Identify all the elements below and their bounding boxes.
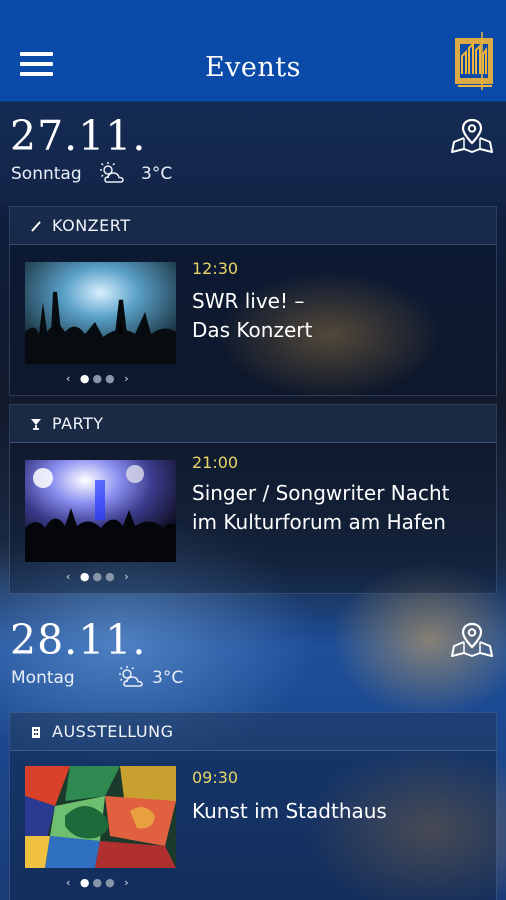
- event-title[interactable]: SWR live! – Das Konzert: [192, 287, 492, 345]
- event-title-line: Singer / Songwriter Nacht: [192, 481, 450, 505]
- day-temperature: 3°C: [152, 668, 184, 688]
- event-card[interactable]: AUSSTELLUNG ‹ ●●● › 09:30 Kunst im Stadt…: [9, 712, 497, 900]
- carousel-indicator[interactable]: ‹ ●●● ›: [66, 372, 132, 385]
- event-time: 09:30: [192, 768, 239, 787]
- category-label: KONZERT: [52, 216, 131, 235]
- carousel-next[interactable]: ›: [124, 372, 131, 385]
- day-weekday: Montag: [11, 668, 75, 688]
- event-title-line: Kunst im Stadthaus: [192, 799, 387, 823]
- category-header: KONZERT: [10, 207, 496, 245]
- party-photo: [25, 460, 176, 562]
- event-title-line: im Kulturforum am Hafen: [192, 510, 446, 534]
- event-title[interactable]: Singer / Songwriter Nacht im Kulturforum…: [192, 479, 492, 537]
- event-card[interactable]: KONZERT ‹ ●●● › 12:30 SWR live! – Das Ko…: [9, 206, 497, 396]
- carousel-indicator[interactable]: ‹ ●●● ›: [66, 570, 132, 583]
- partly-cloudy-icon: [100, 162, 124, 183]
- event-card[interactable]: PARTY ‹ ●●● › 21:00 Singer / Songwriter …: [9, 404, 497, 594]
- art-photo: [25, 766, 176, 868]
- day-header: 27.11. Sonntag 3°C: [0, 102, 506, 202]
- carousel-prev[interactable]: ‹: [66, 372, 73, 385]
- app-logo-icon: [455, 32, 493, 90]
- map-icon[interactable]: [450, 620, 494, 660]
- building-icon: [32, 726, 40, 738]
- event-time: 12:30: [192, 259, 239, 278]
- category-header: AUSSTELLUNG: [10, 713, 496, 751]
- event-time: 21:00: [192, 453, 239, 472]
- category-label: PARTY: [52, 414, 104, 433]
- carousel-next[interactable]: ›: [124, 570, 131, 583]
- cocktail-icon: [31, 418, 41, 430]
- day-date: 27.11.: [10, 112, 147, 160]
- day-temperature: 3°C: [141, 164, 173, 184]
- category-header: PARTY: [10, 405, 496, 443]
- day-date: 28.11.: [10, 616, 147, 664]
- partly-cloudy-icon: [119, 666, 143, 687]
- app-bar: Events: [0, 0, 506, 102]
- event-image[interactable]: [25, 460, 176, 562]
- pen-icon: [31, 220, 41, 232]
- carousel-indicator[interactable]: ‹ ●●● ›: [66, 876, 132, 889]
- event-title[interactable]: Kunst im Stadthaus: [192, 797, 492, 826]
- carousel-prev[interactable]: ‹: [66, 570, 73, 583]
- event-image[interactable]: [25, 766, 176, 868]
- day-weekday: Sonntag: [11, 164, 82, 184]
- carousel-prev[interactable]: ‹: [66, 876, 73, 889]
- carousel-next[interactable]: ›: [124, 876, 131, 889]
- category-label: AUSSTELLUNG: [52, 722, 174, 741]
- day-header: 28.11. Montag 3°C: [0, 606, 506, 706]
- page-title: Events: [204, 52, 302, 83]
- event-image[interactable]: [25, 262, 176, 364]
- concert-photo: [25, 262, 176, 364]
- event-title-line: Das Konzert: [192, 318, 313, 342]
- event-title-line: SWR live! –: [192, 289, 305, 313]
- map-icon[interactable]: [450, 116, 494, 156]
